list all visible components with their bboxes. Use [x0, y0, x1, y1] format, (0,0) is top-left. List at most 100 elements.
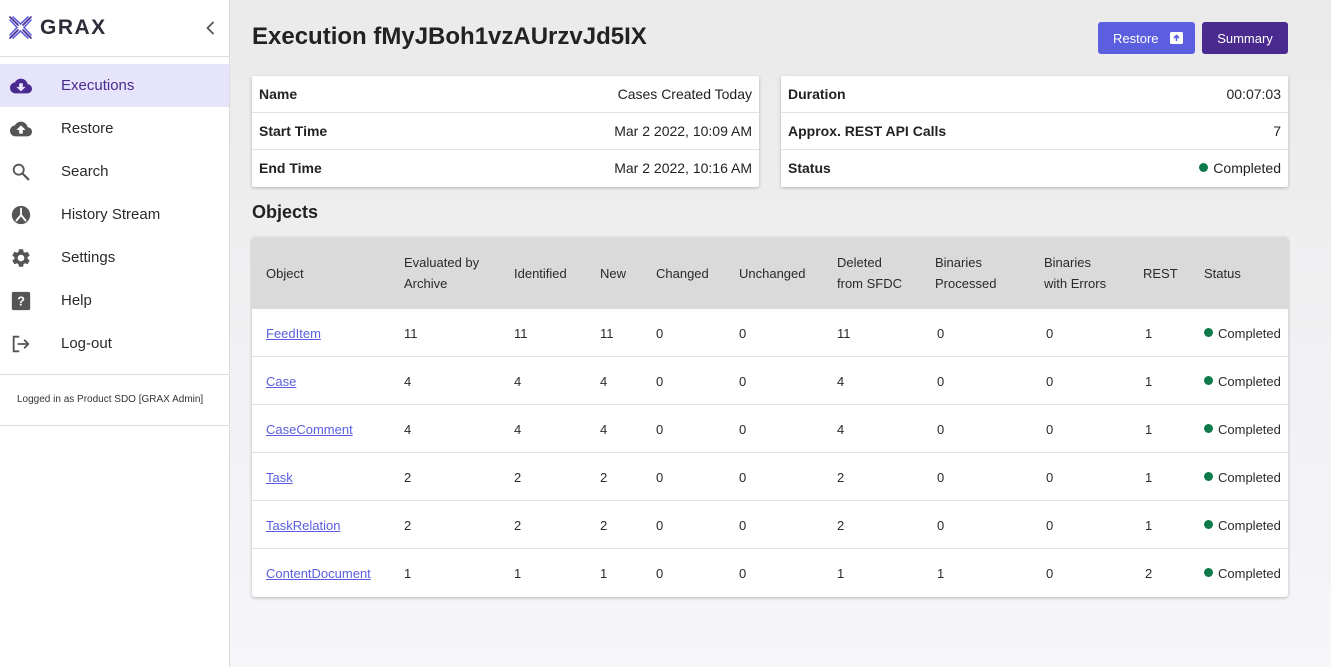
execution-stats-card: Duration 00:07:03 Approx. REST API Calls…	[781, 76, 1288, 187]
cell-identified: 1	[514, 566, 522, 581]
cell-status: Completed	[1204, 374, 1281, 389]
cell-unchanged: 0	[739, 566, 747, 581]
column-header-binaries-errors[interactable]: Binaries with Errors	[1044, 252, 1106, 294]
table-row: ContentDocument 1 1 1 0 0 1 1 0 2 Comple…	[252, 549, 1288, 597]
history-stream-icon	[11, 205, 31, 225]
info-value: Mar 2 2022, 10:16 AM	[614, 160, 752, 176]
info-label: Start Time	[259, 123, 328, 139]
help-icon: ?	[11, 291, 31, 311]
brand-name: GRAX	[40, 16, 107, 39]
cell-unchanged: 0	[739, 518, 747, 533]
cell-changed: 0	[656, 326, 664, 341]
cell-new: 1	[600, 566, 608, 581]
info-value: 00:07:03	[1226, 86, 1282, 102]
object-link[interactable]: CaseComment	[266, 422, 353, 437]
cell-identified: 4	[514, 422, 522, 437]
cell-identified: 4	[514, 374, 522, 389]
status-text: Completed	[1218, 566, 1281, 581]
table-row: CaseComment 4 4 4 0 0 4 0 0 1 Completed	[252, 405, 1288, 453]
column-header-line: Deleted	[837, 255, 882, 270]
cell-deleted: 11	[837, 326, 851, 341]
table-row: Task 2 2 2 0 0 2 0 0 1 Completed	[252, 453, 1288, 501]
column-header-object[interactable]: Object	[266, 263, 304, 284]
info-row-rest-calls: Approx. REST API Calls 7	[781, 113, 1288, 150]
cell-binaries-processed: 0	[937, 470, 945, 485]
cell-deleted: 2	[837, 470, 845, 485]
sidebar-item-label: Executions	[61, 77, 135, 94]
column-header-status[interactable]: Status	[1204, 263, 1241, 284]
gear-icon	[12, 249, 30, 267]
column-header-line: Binaries	[1044, 255, 1091, 270]
status-dot-icon	[1204, 424, 1213, 433]
status-value: Completed	[1199, 160, 1281, 176]
cell-evaluated: 1	[404, 566, 412, 581]
info-label: End Time	[259, 160, 322, 176]
cell-unchanged: 0	[739, 470, 747, 485]
cell-deleted: 4	[837, 422, 845, 437]
grax-logo-icon	[9, 16, 32, 39]
sidebar-item-label: Restore	[61, 120, 114, 137]
column-header-unchanged[interactable]: Unchanged	[739, 263, 806, 284]
sidebar-item-help[interactable]: ? Help	[0, 279, 229, 322]
logged-in-user: Logged in as Product SDO [GRAX Admin]	[0, 374, 229, 426]
sidebar-item-history-stream[interactable]: History Stream	[0, 193, 229, 236]
main-content: Execution fMyJBoh1vzAUrzvJd5IX Restore S…	[230, 0, 1331, 667]
status-dot-icon	[1204, 376, 1213, 385]
cell-evaluated: 2	[404, 518, 412, 533]
sidebar-item-logout[interactable]: Log-out	[0, 322, 229, 365]
svg-text:?: ?	[17, 294, 25, 309]
cell-unchanged: 0	[739, 326, 747, 341]
status-text: Completed	[1218, 374, 1281, 389]
cell-binaries-errors: 0	[1046, 422, 1054, 437]
cell-evaluated: 2	[404, 470, 412, 485]
column-header-rest[interactable]: REST	[1143, 263, 1178, 284]
column-header-changed[interactable]: Changed	[656, 263, 709, 284]
column-header-new[interactable]: New	[600, 263, 626, 284]
status-dot-icon	[1204, 472, 1213, 481]
sidebar-item-label: Settings	[61, 249, 116, 266]
restore-box-icon	[1170, 32, 1183, 44]
sidebar-item-label: History Stream	[61, 206, 161, 223]
cell-binaries-processed: 0	[937, 422, 945, 437]
sidebar-item-search[interactable]: Search	[0, 150, 229, 193]
table-row: FeedItem 11 11 11 0 0 11 0 0 1 Completed	[252, 309, 1288, 357]
info-row-start-time: Start Time Mar 2 2022, 10:09 AM	[252, 113, 759, 150]
column-header-identified[interactable]: Identified	[514, 263, 567, 284]
cell-deleted: 4	[837, 374, 845, 389]
cell-binaries-errors: 0	[1046, 470, 1054, 485]
restore-button[interactable]: Restore	[1098, 22, 1195, 54]
column-header-evaluated[interactable]: Evaluated by Archive	[404, 252, 479, 294]
logout-icon	[12, 335, 30, 353]
status-dot-icon	[1204, 328, 1213, 337]
sidebar-item-executions[interactable]: Executions	[0, 64, 229, 107]
cell-changed: 0	[656, 566, 664, 581]
info-value: Cases Created Today	[617, 86, 752, 102]
column-header-binaries-processed[interactable]: Binaries Processed	[935, 252, 996, 294]
object-link[interactable]: FeedItem	[266, 326, 321, 341]
cell-binaries-errors: 0	[1046, 566, 1054, 581]
cell-rest: 1	[1145, 374, 1153, 389]
info-row-end-time: End Time Mar 2 2022, 10:16 AM	[252, 150, 759, 187]
info-label: Name	[259, 86, 298, 102]
column-header-deleted[interactable]: Deleted from SFDC	[837, 252, 902, 294]
sidebar-item-restore[interactable]: Restore	[0, 107, 229, 150]
object-link[interactable]: Task	[266, 470, 293, 485]
object-link[interactable]: Case	[266, 374, 296, 389]
summary-button[interactable]: Summary	[1202, 22, 1288, 54]
sidebar-item-settings[interactable]: Settings	[0, 236, 229, 279]
sidebar-item-label: Search	[61, 163, 109, 180]
info-value: Mar 2 2022, 10:09 AM	[614, 123, 752, 139]
info-value: 7	[1273, 123, 1281, 139]
object-link[interactable]: ContentDocument	[266, 566, 371, 581]
cell-new: 4	[600, 374, 608, 389]
collapse-sidebar-chevron-icon[interactable]	[201, 18, 221, 38]
sidebar: GRAX Executions Restore Search History S…	[0, 0, 230, 667]
info-row-name: Name Cases Created Today	[252, 76, 759, 113]
column-header-line: Processed	[935, 276, 997, 291]
object-link[interactable]: TaskRelation	[266, 518, 340, 533]
cell-new: 4	[600, 422, 608, 437]
cell-identified: 2	[514, 470, 522, 485]
table-header: Object Evaluated by Archive Identified Ne…	[252, 237, 1288, 309]
cell-identified: 2	[514, 518, 522, 533]
cell-changed: 0	[656, 374, 664, 389]
